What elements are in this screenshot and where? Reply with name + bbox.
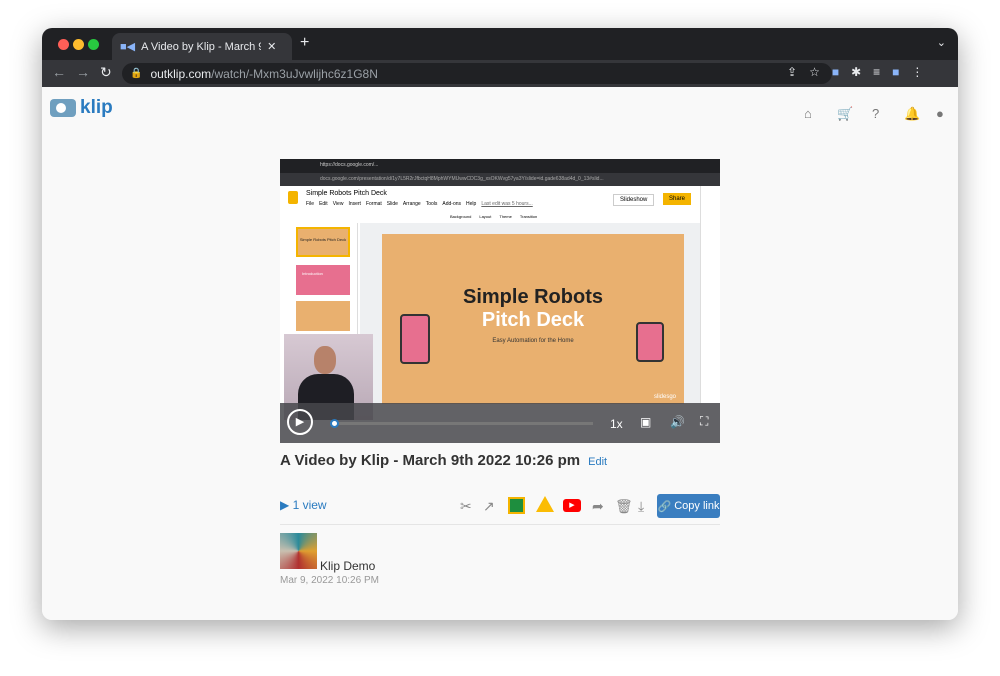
author-name[interactable]: Klip Demo <box>320 559 375 573</box>
video-title-row: A Video by Klip - March 9th 2022 10:26 p… <box>280 452 607 469</box>
share-button: Share <box>663 193 692 205</box>
page-content: klip ⌂ 🛒 ? 🔔 ● https://docs.google.com/.… <box>42 87 958 620</box>
author-avatar <box>280 533 317 569</box>
close-window-button[interactable] <box>58 39 69 50</box>
download-icon[interactable]: ⤓ <box>638 498 644 515</box>
share-arrow-icon[interactable]: ➦ <box>592 498 604 515</box>
klip-extension-icon[interactable]: ■ <box>832 65 839 79</box>
help-icon[interactable]: ? <box>872 106 879 121</box>
trash-icon[interactable]: 🗑 <box>615 498 633 515</box>
video-player[interactable]: https://docs.google.com/... docs.google.… <box>280 159 720 443</box>
tab-title: A Video by Klip - March 9th 2022 10:26 p… <box>141 40 261 53</box>
youtube-icon[interactable]: ▶ <box>563 499 581 512</box>
url-input[interactable]: 🔒 outklip.com/watch/-Mxm3uJvwlijhc6z1G8N <box>122 63 832 84</box>
slide-thumb-1: Simple Robots Pitch Deck <box>296 227 350 257</box>
google-drive-icon[interactable] <box>536 496 554 512</box>
tab-bar: ■◀ A Video by Klip - March 9th 2022 10:2… <box>42 28 958 60</box>
url-domain: outklip.com <box>150 66 212 81</box>
menu-bar: File Edit View Insert Format Slide Arrange Tool… <box>306 201 533 207</box>
robot-right <box>636 322 664 362</box>
menu-icon[interactable]: ⋮ <box>911 65 923 79</box>
browser-window: ■◀ A Video by Klip - March 9th 2022 10:2… <box>42 28 958 620</box>
extensions-icon[interactable]: ✱ <box>851 65 861 79</box>
slides-logo-icon <box>288 191 298 204</box>
play-triangle-icon: ▶ <box>280 498 293 512</box>
back-icon[interactable]: ← <box>52 64 66 80</box>
tab-list-icon[interactable]: ⌄ <box>937 36 946 49</box>
play-button[interactable]: ▶ <box>287 409 313 435</box>
reload-icon[interactable]: ↻ <box>100 64 112 81</box>
external-link-icon[interactable]: ↗ <box>483 498 495 515</box>
link-icon: 🔗 <box>657 500 672 513</box>
doc-title: Simple Robots Pitch Deck <box>306 190 387 197</box>
new-tab-button[interactable]: + <box>300 34 309 52</box>
share-icon[interactable]: ⇪ <box>787 65 797 79</box>
speed-button[interactable]: 1x <box>610 417 623 431</box>
browser-tab[interactable]: ■◀ A Video by Klip - March 9th 2022 10:2… <box>112 33 292 60</box>
divider <box>280 524 720 525</box>
address-bar: ← → ↻ 🔒 outklip.com/watch/-Mxm3uJvwlijhc… <box>42 60 958 87</box>
home-icon[interactable]: ⌂ <box>804 106 812 121</box>
forward-icon[interactable]: → <box>76 64 90 80</box>
lock-icon: 🔒 <box>130 68 143 79</box>
progress-bar[interactable] <box>330 422 593 425</box>
video-title: A Video by Klip - March 9th 2022 10:26 p… <box>280 452 581 469</box>
cart-icon[interactable]: 🛒 <box>837 106 853 122</box>
action-bar: ▶ 1 view ✂ ↗ ▶ ➦ 🗑 ⤓ 🔗 Copy link <box>280 494 720 518</box>
inner-url: docs.google.com/presentation/d/1y7L5R2rJ… <box>280 173 720 186</box>
progress-handle[interactable] <box>330 419 339 428</box>
slides-toolbar: Background Layout Theme Transition <box>450 214 538 219</box>
fullscreen-icon[interactable]: ⛶ <box>700 414 708 429</box>
user-icon[interactable]: ● <box>936 106 944 121</box>
edit-link[interactable]: Edit <box>588 456 607 468</box>
scissors-icon[interactable]: ✂ <box>460 498 472 515</box>
minimize-window-button[interactable] <box>73 39 84 50</box>
bookmark-star-icon[interactable]: ☆ <box>809 65 820 79</box>
slide-canvas: Simple Robots Pitch Deck Easy Automation… <box>382 234 684 404</box>
maximize-window-button[interactable] <box>88 39 99 50</box>
views-count[interactable]: ▶ 1 view <box>280 498 327 512</box>
inner-tab: https://docs.google.com/... <box>280 159 720 173</box>
slideshow-button: Slideshow <box>613 194 655 206</box>
upload-date: Mar 9, 2022 10:26 PM <box>280 575 379 586</box>
pip-icon[interactable]: ▣ <box>640 415 651 429</box>
klip-logo[interactable]: klip <box>50 97 113 119</box>
close-tab-icon[interactable]: ✕ <box>267 40 276 53</box>
url-path: /watch/-Mxm3uJvwlijhc6z1G8N <box>211 66 378 81</box>
meet-icon[interactable]: ■ <box>892 65 899 79</box>
camera-logo-icon <box>50 99 76 117</box>
bell-icon[interactable]: 🔔 <box>904 106 920 122</box>
robot-left <box>400 314 430 364</box>
media-icon[interactable]: ≡ <box>873 65 880 79</box>
video-camera-icon: ■◀ <box>120 41 136 53</box>
volume-icon[interactable]: 🔊 <box>670 415 685 429</box>
copy-link-button[interactable]: 🔗 Copy link <box>657 494 720 518</box>
logo-text: klip <box>80 97 113 118</box>
slide-thumb-2: Introduction <box>296 265 350 295</box>
google-classroom-icon[interactable] <box>508 497 525 514</box>
video-controls: ▶ 1x ▣ 🔊 ⛶ <box>280 403 720 443</box>
